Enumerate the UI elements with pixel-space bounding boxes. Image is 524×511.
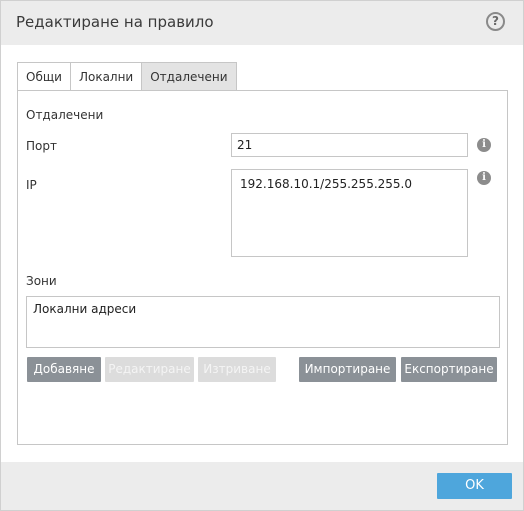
edit-button[interactable]: Редактиране [105,357,194,382]
ip-textarea[interactable]: 192.168.10.1/255.255.255.0 [231,169,468,257]
tab-general[interactable]: Общи [17,62,71,90]
add-button[interactable]: Добавяне [27,357,101,382]
edit-rule-dialog: Редактиране на правило ? Общи Локални От… [0,0,524,511]
remote-panel: Отдалечени Порт i IP 192.168.10.1/255.25… [17,90,508,445]
zones-label: Зони [26,274,57,288]
section-title: Отдалечени [26,108,104,122]
tab-local[interactable]: Локални [69,62,143,90]
port-input[interactable] [231,133,468,157]
port-label: Порт [26,139,57,153]
dialog-title: Редактиране на правило [16,13,214,31]
dialog-body: Общи Локални Отдалечени Отдалечени Порт … [1,45,523,462]
ok-button[interactable]: OK [437,473,512,499]
port-info-icon[interactable]: i [477,138,491,152]
help-icon[interactable]: ? [486,12,505,31]
import-button[interactable]: Импортиране [299,357,396,382]
list-item[interactable]: Локални адреси [27,297,499,321]
ip-label: IP [26,178,37,192]
delete-button[interactable]: Изтриване [198,357,276,382]
title-bar: Редактиране на правило ? [1,1,523,45]
dialog-footer: OK [1,462,523,510]
export-button[interactable]: Експортиране [401,357,497,382]
ip-info-icon[interactable]: i [477,171,491,185]
zones-list[interactable]: Локални адреси [26,296,500,348]
tab-remote[interactable]: Отдалечени [141,62,237,90]
tab-bar: Общи Локални Отдалечени [17,62,237,90]
